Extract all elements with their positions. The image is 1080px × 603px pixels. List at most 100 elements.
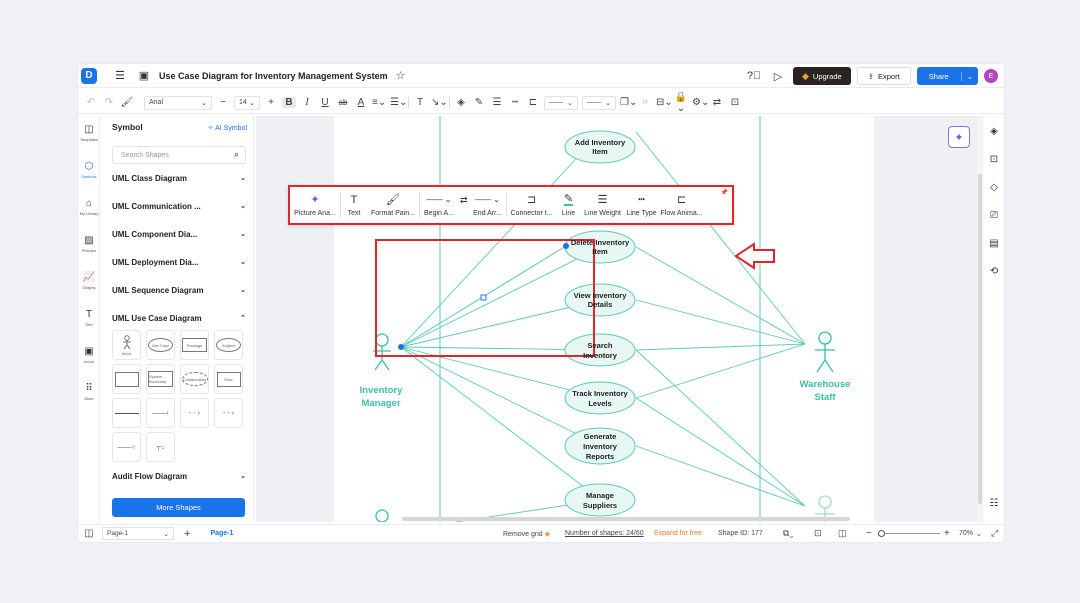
bold-icon[interactable]: B	[282, 97, 296, 108]
font-size-increase-icon[interactable]: +	[264, 97, 278, 108]
shape-actor[interactable]: Actor	[112, 330, 141, 360]
help-icon[interactable]: ?⃝	[745, 67, 763, 85]
replace-icon[interactable]: ⇄	[710, 97, 724, 108]
line-color-button[interactable]: ✎ Line	[557, 187, 581, 223]
save-icon[interactable]: ▣	[135, 67, 153, 85]
connector-tool-icon[interactable]: ↘⌄	[431, 97, 448, 108]
line-weight-button[interactable]: ☰ Line Weight	[581, 187, 625, 223]
zoom-slider-thumb[interactable]	[878, 530, 885, 537]
picture-analysis-button[interactable]: ✦ Picture Ana...	[290, 187, 340, 223]
category-uml-communication[interactable]: UML Communication ... ⌄	[112, 202, 246, 211]
align-icon[interactable]: ≡⌄	[372, 97, 386, 108]
italic-icon[interactable]: I	[300, 97, 314, 108]
end-arrow-button[interactable]: —— ⌄ End Arr...	[470, 187, 506, 223]
rail-item-graphs[interactable]: 📈 Graphs	[78, 272, 100, 290]
more-shapes-button[interactable]: More Shapes	[112, 498, 245, 517]
redo-icon[interactable]: ↷	[102, 97, 116, 108]
zoom-slider[interactable]	[878, 530, 940, 537]
format-painter-button[interactable]: 🖌 Format Pain...	[367, 187, 419, 223]
font-color-icon[interactable]: A	[354, 97, 368, 108]
connector-type-button[interactable]: ⊐ Connector t...	[507, 187, 557, 223]
document-title[interactable]: Use Case Diagram for Inventory Managemen…	[159, 71, 388, 81]
settings-icon[interactable]: ⚙⌄	[692, 97, 709, 108]
line-weight-icon[interactable]: ☰	[490, 97, 504, 108]
chevron-down-icon[interactable]: ⌄	[960, 71, 978, 81]
line-color-icon[interactable]: ✎	[472, 97, 486, 108]
shape-extend-arrow[interactable]: - - ›	[214, 398, 243, 428]
fit-page-icon[interactable]: ⊡	[814, 528, 822, 539]
page-select[interactable]: Page-1 ⌄	[102, 527, 174, 540]
end-arrow-select[interactable]: —— ⌄	[582, 95, 616, 110]
rail-item-templates[interactable]: ◫ Templates	[78, 124, 100, 142]
horizontal-scrollbar[interactable]	[402, 517, 850, 521]
remove-grid-button[interactable]: Remove grid ◆	[503, 530, 550, 538]
connector-begin-handle[interactable]	[398, 344, 404, 350]
shape-directed-arrow[interactable]: ——›	[146, 398, 175, 428]
search-input[interactable]: Search Shapes	[112, 146, 246, 164]
underline-icon[interactable]: U	[318, 97, 332, 108]
page-setup-icon[interactable]: ⊡	[983, 154, 1004, 165]
category-audit-flow[interactable]: Audit Flow Diagram ⌄	[112, 472, 246, 481]
pin-icon[interactable]: 📌	[721, 189, 728, 196]
shape-use-case[interactable]: Use Case	[146, 330, 175, 360]
connector-style-icon[interactable]: ⊏	[526, 97, 540, 108]
category-uml-deployment[interactable]: UML Deployment Dia... ⌄	[112, 258, 246, 267]
shape-lifeline[interactable]: ┬↓	[146, 432, 175, 462]
format-painter-icon[interactable]: 🖌	[120, 97, 134, 108]
fill-panel-icon[interactable]: ◈	[983, 126, 1004, 137]
shape-line-circle[interactable]: ——○	[112, 432, 141, 462]
line-spacing-icon[interactable]: ☰⌄	[390, 97, 407, 108]
shape-subject[interactable]: Subject	[214, 330, 243, 360]
expand-link[interactable]: Expand for free	[654, 530, 702, 537]
shape-rectangle[interactable]	[112, 364, 141, 394]
strikethrough-icon[interactable]: ab	[336, 98, 350, 107]
swap-arrows-icon[interactable]: ⇄	[460, 195, 468, 206]
app-logo-icon[interactable]: D	[81, 67, 97, 84]
shape-system-boundary[interactable]: System Boundary	[146, 364, 175, 394]
line-type-button[interactable]: ┅ Line Type	[625, 187, 659, 223]
shape-collaboration[interactable]: Collaboration	[180, 364, 209, 394]
play-icon[interactable]: ▷	[769, 67, 787, 85]
shape-association-line[interactable]	[112, 398, 141, 428]
arrange-icon[interactable]: ⊟⌄	[656, 97, 673, 108]
category-uml-component[interactable]: UML Component Dia... ⌄	[112, 230, 246, 239]
rail-item-icons[interactable]: ▣ Icons	[78, 346, 100, 364]
category-uml-use-case[interactable]: UML Use Case Diagram ⌃	[112, 314, 246, 323]
menu-icon[interactable]: ☰	[111, 67, 129, 85]
page-view-icon[interactable]: ◫	[82, 528, 96, 539]
actor-partial-bottom-left[interactable]	[375, 509, 389, 522]
add-page-icon[interactable]: +	[184, 528, 190, 540]
style-icon[interactable]: ◇	[983, 182, 1004, 193]
fill-icon[interactable]: ◈	[454, 97, 468, 108]
zoom-level[interactable]: 70%	[959, 530, 973, 537]
shape-package[interactable]: Package	[180, 330, 209, 360]
avatar[interactable]: E	[984, 69, 998, 83]
zoom-out-icon[interactable]: −	[866, 528, 872, 539]
upgrade-button[interactable]: ◆ Upgrade	[793, 67, 851, 85]
undo-icon[interactable]: ↶	[84, 97, 98, 108]
line-type-icon[interactable]: ┅	[508, 97, 522, 108]
font-family-select[interactable]: Arial ⌄	[144, 95, 212, 110]
settings-list-icon[interactable]: ☷	[983, 498, 1004, 509]
connector-mid-handle[interactable]	[480, 294, 487, 301]
rail-item-library[interactable]: ⌂ My Library	[78, 198, 100, 216]
ai-symbol-button[interactable]: ✧ AI Symbol	[208, 124, 247, 132]
document-icon[interactable]: ▤	[983, 238, 1004, 249]
chevron-down-icon[interactable]: ⌄	[976, 530, 982, 538]
history-icon[interactable]: ⟲	[983, 266, 1004, 277]
text-tool-icon[interactable]: T	[413, 97, 427, 108]
lock-icon[interactable]: 🔒⌄	[674, 92, 688, 114]
flow-animation-button[interactable]: ⊏ Flow Anima...	[659, 187, 705, 223]
font-size-decrease-icon[interactable]: −	[216, 97, 230, 108]
export-button[interactable]: ⇪ Export	[856, 67, 911, 85]
begin-arrow-button[interactable]: —— ⌄ Begin A...	[420, 187, 458, 223]
begin-arrow-select[interactable]: —— ⌄	[544, 95, 578, 110]
rail-item-more[interactable]: ⠿ More	[78, 383, 100, 401]
category-uml-class[interactable]: UML Class Diagram ⌄	[112, 174, 246, 183]
crop-icon[interactable]: ⌗	[638, 97, 652, 108]
rail-item-pictures[interactable]: ▨ Pictures	[78, 235, 100, 253]
text-button[interactable]: T Text	[341, 187, 367, 223]
book-icon[interactable]: ◫	[838, 528, 847, 539]
star-icon[interactable]: ☆	[392, 67, 410, 85]
layers-icon[interactable]: ⧉⌄	[783, 528, 794, 539]
